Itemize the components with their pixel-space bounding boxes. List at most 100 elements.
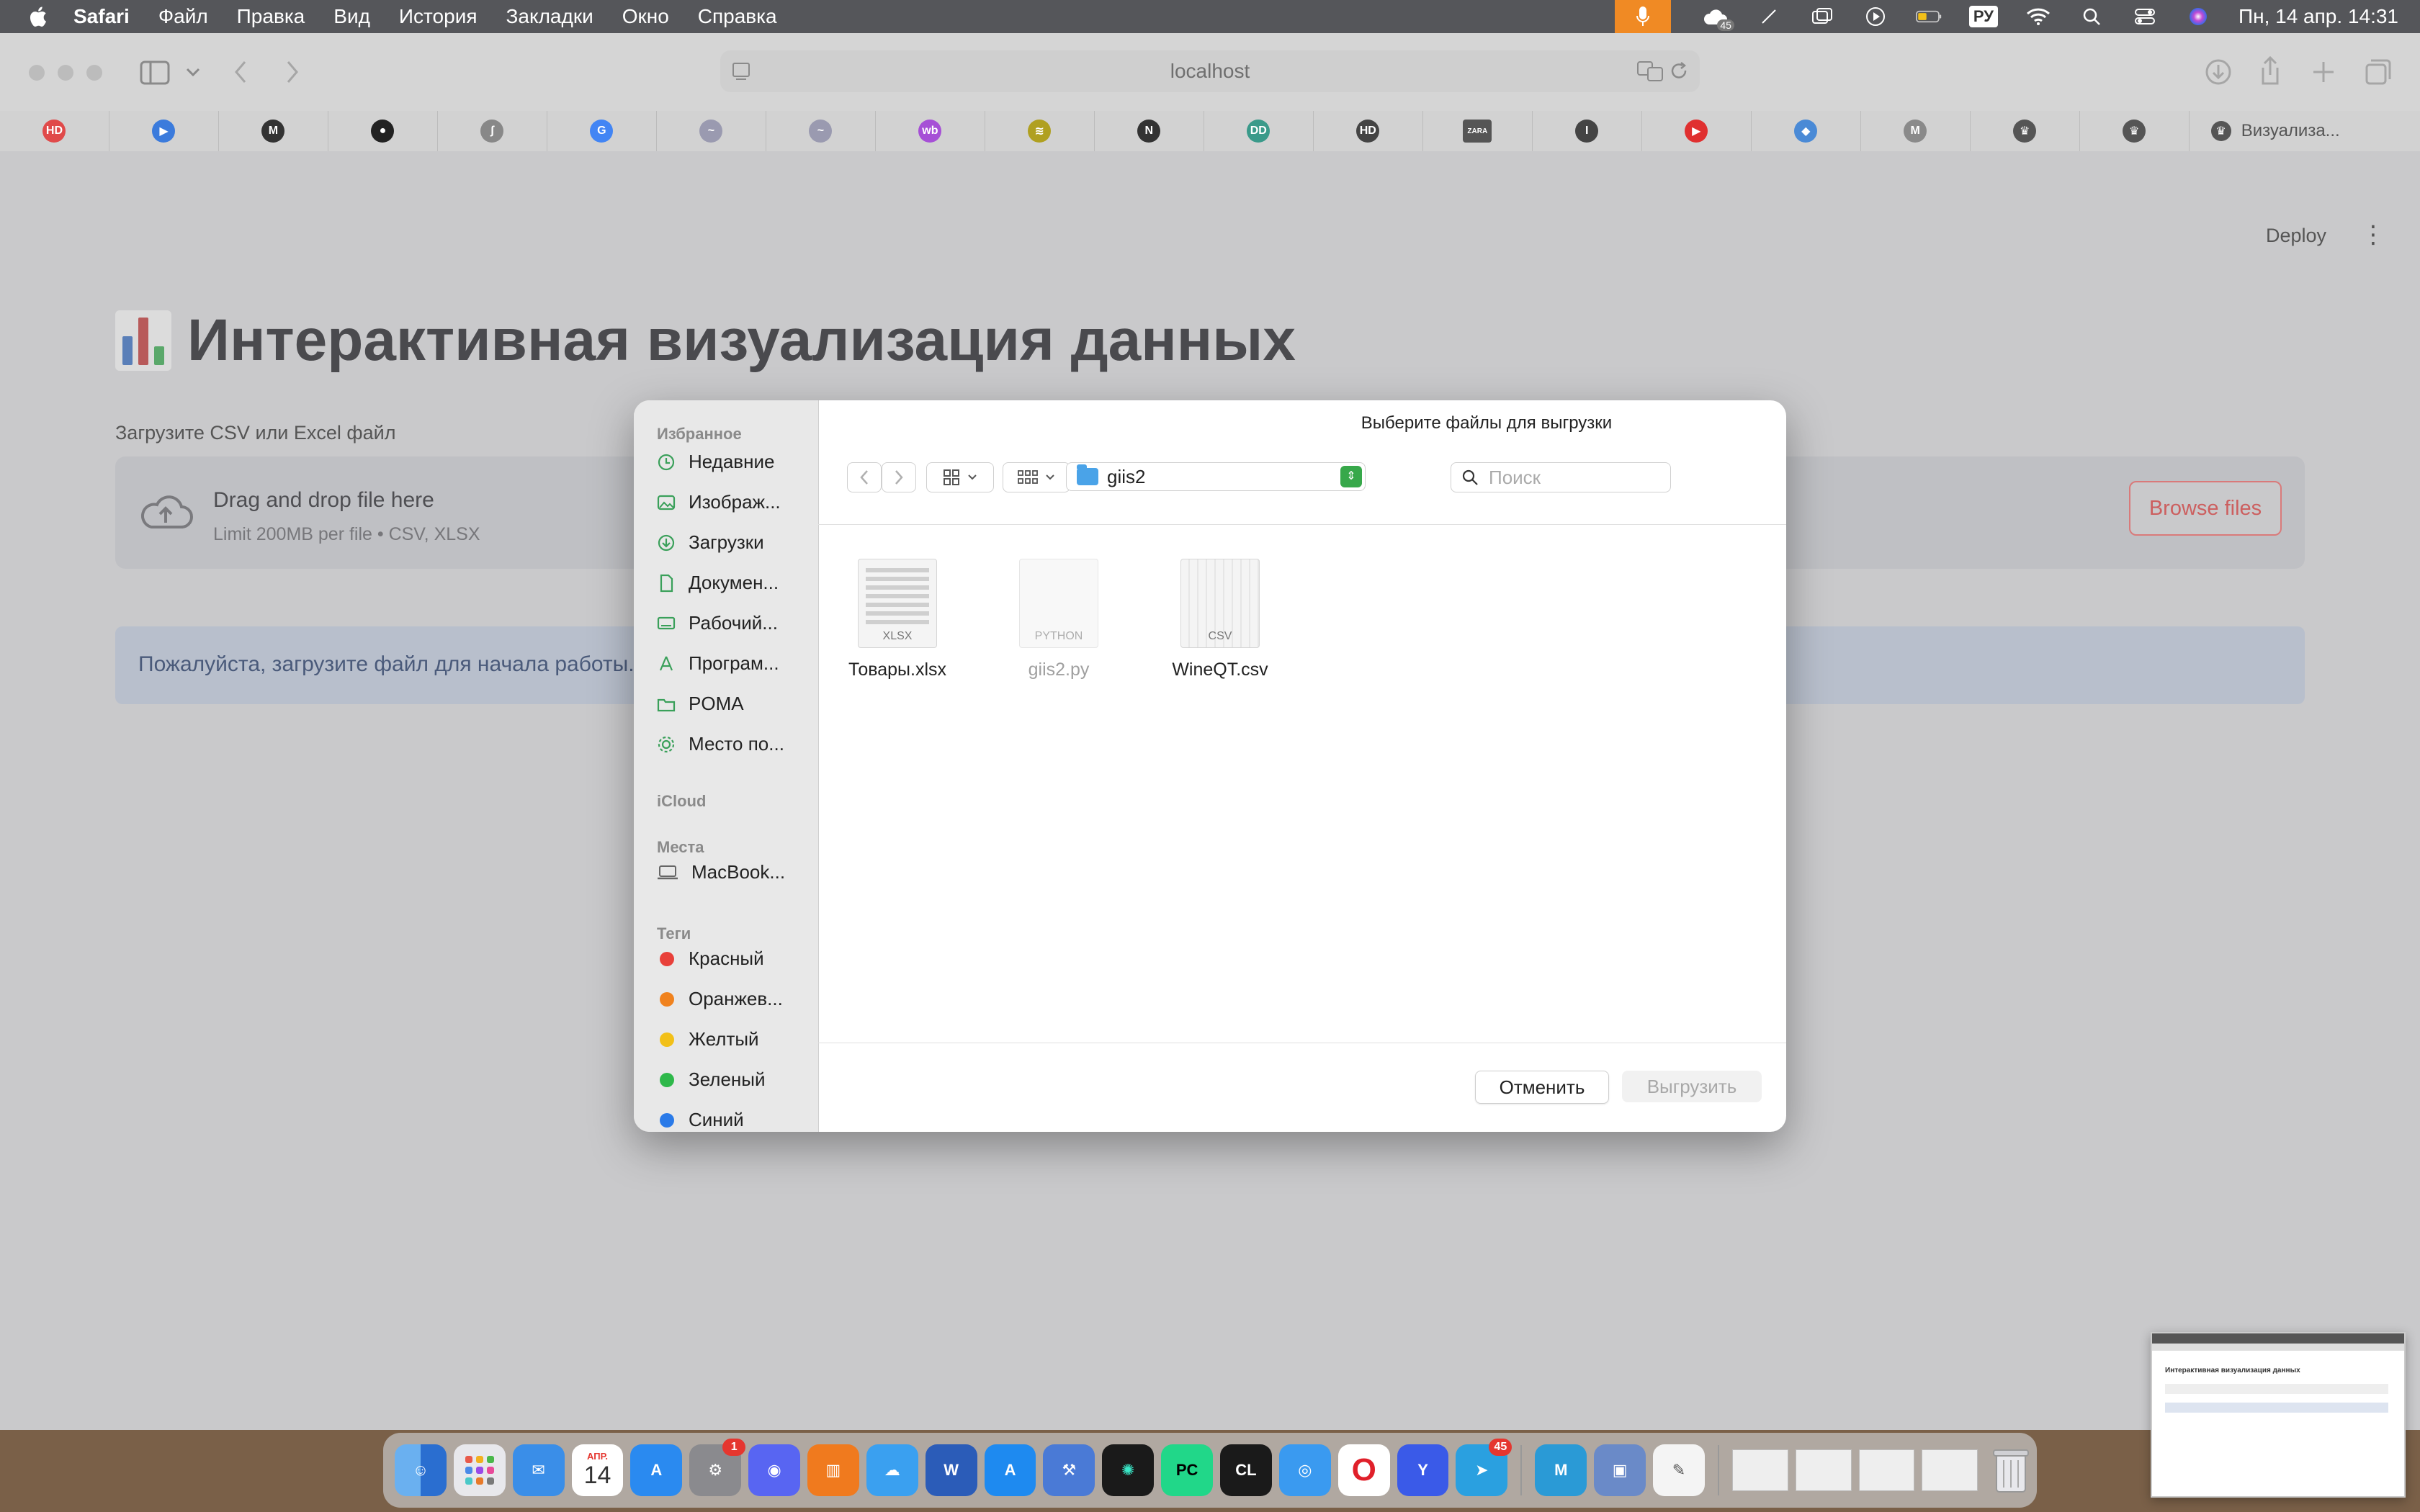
group-mode-button[interactable] [1003,462,1070,492]
cancel-button[interactable]: Отменить [1475,1071,1609,1104]
sidebar-item-desktop[interactable]: Рабочий... [657,612,778,634]
chatgpt-icon[interactable]: ✺ [1102,1444,1155,1496]
menu-view[interactable]: Вид [333,5,370,28]
telegram-icon[interactable]: ➤ 45 [1456,1439,1512,1496]
finder-icon[interactable]: ☺ [395,1444,447,1496]
app-store-icon[interactable]: A [630,1444,683,1496]
address-bar[interactable]: localhost [720,50,1700,92]
mail-icon[interactable]: ✉ [512,1444,565,1496]
favorite-item[interactable]: DD [1204,111,1314,151]
sidebar-item-home[interactable]: POMA [657,693,744,715]
trash-icon[interactable] [1985,1444,2037,1496]
sidebar-tag-blue[interactable]: Синий [657,1109,744,1131]
calendar-icon[interactable]: АПР. 14 [571,1444,624,1496]
reload-icon[interactable] [1670,60,1690,82]
forward-icon[interactable] [285,60,300,84]
clion-icon[interactable]: CL [1220,1444,1272,1496]
menu-window[interactable]: Окно [622,5,669,28]
favorite-item[interactable]: wb [876,111,985,151]
system-settings-icon[interactable]: ⚙ 1 [689,1439,746,1496]
favorite-item[interactable]: ▶ [1642,111,1752,151]
microphone-icon[interactable] [1614,0,1671,33]
dialog-forward-button[interactable] [882,462,916,492]
favorite-item[interactable]: ▶ [109,111,219,151]
sidebar-tag-green[interactable]: Зеленый [657,1068,766,1091]
minimized-window-thumbnail[interactable] [1731,1449,1788,1491]
upload-button[interactable]: Выгрузить [1622,1071,1762,1102]
menu-help[interactable]: Справка [698,5,777,28]
safari-icon[interactable]: ◎ [1278,1444,1331,1496]
sidebar-toggle-icon[interactable] [140,60,170,85]
favorite-item[interactable]: ● [328,111,438,151]
xcode-icon[interactable]: ⚒ [1043,1444,1095,1496]
favorite-item[interactable]: ~ [766,111,876,151]
browse-files-button[interactable]: Browse files [2129,481,2282,536]
sidebar-item-pictures[interactable]: Изображ... [657,491,781,513]
sidebar-tag-orange[interactable]: Оранжев... [657,988,783,1010]
close-window-button[interactable] [29,65,45,81]
favorite-item[interactable]: ≋ [985,111,1095,151]
favorite-item[interactable]: ʃ [438,111,547,151]
deploy-button[interactable]: Deploy [2266,225,2326,247]
favorite-item[interactable]: ◆ [1752,111,1861,151]
discord-icon[interactable]: ◉ [748,1444,801,1496]
chevron-down-icon[interactable] [186,68,200,78]
input-language-badge[interactable]: РУ [1968,6,1998,27]
app-store-alt-icon[interactable]: A [984,1444,1036,1496]
share-icon[interactable] [2257,55,2283,86]
favorite-item[interactable]: G [547,111,657,151]
sidebar-item-documents[interactable]: Докумен... [657,572,779,594]
menu-file[interactable]: Файл [158,5,208,28]
file-item[interactable]: XLSX Товары.xlsx [840,559,955,680]
favorite-item[interactable]: M [1861,111,1971,151]
new-tab-icon[interactable] [2311,59,2336,85]
menu-edit[interactable]: Правка [237,5,305,28]
microsoft-icon[interactable]: M [1535,1444,1587,1496]
tab-overview-icon[interactable] [2364,58,2393,86]
minimize-window-button[interactable] [58,65,73,81]
favorite-item[interactable]: M [219,111,328,151]
cloud-sync-icon[interactable]: 45 [1703,6,1734,31]
file-item[interactable]: CSV WineQT.csv [1162,559,1278,680]
minimized-window-thumbnail[interactable] [1922,1449,1978,1491]
dialog-back-button[interactable] [847,462,882,492]
view-mode-button[interactable] [926,462,994,492]
control-center-icon[interactable] [2132,6,2158,27]
favorite-item[interactable]: ♛ [2080,111,2190,151]
menubar-clock[interactable]: Пн, 14 апр. 14:31 [2238,5,2398,28]
back-icon[interactable] [233,60,248,84]
word-icon[interactable]: W [925,1444,977,1496]
translate-icon[interactable] [1636,60,1664,82]
favorite-item[interactable]: ZARA [1423,111,1533,151]
books-icon[interactable]: ▥ [807,1444,859,1496]
folder-location-popup[interactable]: giis2 ⇕ [1066,462,1366,491]
textedit-icon[interactable]: ✎ [1653,1444,1705,1496]
favorite-item[interactable]: I [1533,111,1642,151]
favorite-item[interactable]: N [1095,111,1204,151]
battery-icon[interactable] [1915,6,1942,27]
launchpad-icon[interactable] [453,1444,506,1496]
play-circle-icon[interactable] [1863,6,1888,27]
pycharm-icon[interactable]: PC [1161,1444,1214,1496]
preview-icon[interactable]: ▣ [1594,1444,1646,1496]
zoom-window-button[interactable] [86,65,102,81]
sidebar-item-recents[interactable]: Недавние [657,451,774,473]
sidebar-tag-red[interactable]: Красный [657,948,764,970]
menu-bookmarks[interactable]: Закладки [506,5,593,28]
minimized-window-thumbnail[interactable] [1858,1449,1915,1491]
menu-app-name[interactable]: Safari [73,5,130,28]
wifi-icon[interactable] [2025,6,2051,27]
window-switch-icon[interactable] [1809,6,1835,27]
yandex-browser-icon[interactable]: Y [1397,1444,1449,1496]
favorite-item[interactable]: HD [0,111,109,151]
apple-icon[interactable] [27,5,48,28]
sidebar-item-downloads[interactable]: Загрузки [657,531,764,554]
favorite-item[interactable]: HD [1314,111,1423,151]
pen-icon[interactable] [1756,6,1782,27]
more-options-icon[interactable]: ⋮ [2361,220,2385,249]
menu-history[interactable]: История [399,5,478,28]
sidebar-tag-yellow[interactable]: Желтый [657,1028,759,1050]
sidebar-item-applications[interactable]: Програм... [657,652,779,675]
dialog-search-field[interactable]: Поиск [1451,462,1671,492]
tab-current[interactable]: ♛ Визуализа... [2190,111,2420,151]
